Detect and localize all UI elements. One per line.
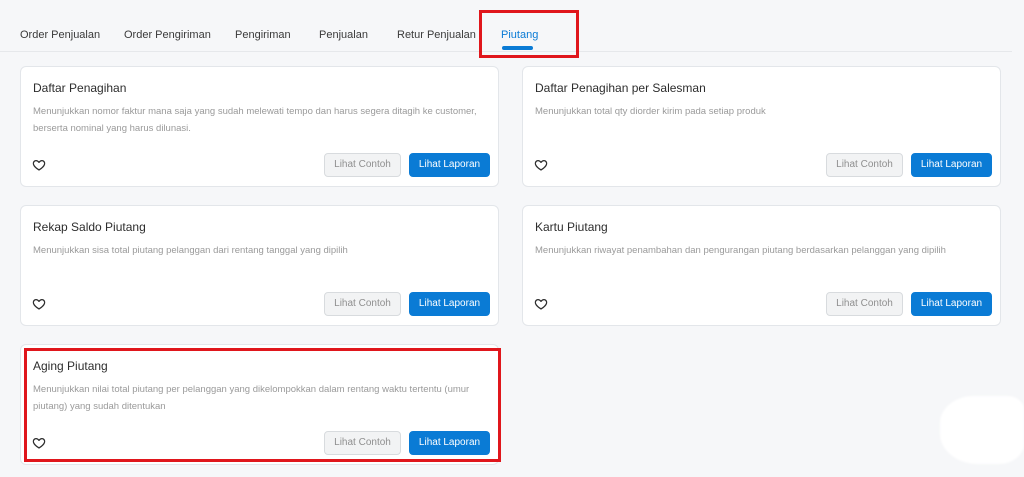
view-sample-button[interactable]: Lihat Contoh xyxy=(324,292,401,316)
tab-retur-penjualan[interactable]: Retur Penjualan xyxy=(397,29,476,41)
view-sample-button[interactable]: Lihat Contoh xyxy=(324,153,401,177)
heart-icon[interactable] xyxy=(32,297,46,311)
card-title: Aging Piutang xyxy=(33,359,108,373)
heart-icon[interactable] xyxy=(534,297,548,311)
report-card-aging-piutang: Aging Piutang Menunjukkan nilai total pi… xyxy=(20,344,499,465)
tab-pengiriman[interactable]: Pengiriman xyxy=(235,29,291,41)
view-report-button[interactable]: Lihat Laporan xyxy=(409,292,490,316)
view-sample-button[interactable]: Lihat Contoh xyxy=(826,153,903,177)
white-blob-artifact xyxy=(940,396,1024,464)
report-tabs: Order Penjualan Order Pengiriman Pengiri… xyxy=(0,0,1012,52)
view-report-button[interactable]: Lihat Laporan xyxy=(409,153,490,177)
heart-icon[interactable] xyxy=(32,436,46,450)
view-report-button[interactable]: Lihat Laporan xyxy=(911,292,992,316)
report-card-rekap-saldo-piutang: Rekap Saldo Piutang Menunjukkan sisa tot… xyxy=(20,205,499,326)
card-title: Rekap Saldo Piutang xyxy=(33,220,146,234)
active-tab-indicator xyxy=(502,46,533,50)
report-card-penagihan-salesman: Daftar Penagihan per Salesman Menunjukka… xyxy=(522,66,1001,187)
card-title: Daftar Penagihan xyxy=(33,81,127,95)
report-card-daftar-penagihan: Daftar Penagihan Menunjukkan nomor faktu… xyxy=(20,66,499,187)
card-description: Menunjukkan nomor faktur mana saja yang … xyxy=(33,106,477,134)
heart-icon[interactable] xyxy=(32,158,46,172)
card-description: Menunjukkan sisa total piutang pelanggan… xyxy=(33,245,348,256)
view-report-button[interactable]: Lihat Laporan xyxy=(409,431,490,455)
tab-order-pengiriman[interactable]: Order Pengiriman xyxy=(124,29,211,41)
tab-order-penjualan[interactable]: Order Penjualan xyxy=(20,29,100,41)
card-description: Menunjukkan nilai total piutang per pela… xyxy=(33,384,470,412)
card-title: Kartu Piutang xyxy=(535,220,608,234)
card-description: Menunjukkan riwayat penambahan dan pengu… xyxy=(535,245,946,256)
report-card-kartu-piutang: Kartu Piutang Menunjukkan riwayat penamb… xyxy=(522,205,1001,326)
tab-penjualan[interactable]: Penjualan xyxy=(319,29,368,41)
view-sample-button[interactable]: Lihat Contoh xyxy=(324,431,401,455)
card-title: Daftar Penagihan per Salesman xyxy=(535,81,706,95)
view-report-button[interactable]: Lihat Laporan xyxy=(911,153,992,177)
card-description: Menunjukkan total qty diorder kirim pada… xyxy=(535,106,766,117)
tab-piutang[interactable]: Piutang xyxy=(501,29,538,41)
view-sample-button[interactable]: Lihat Contoh xyxy=(826,292,903,316)
heart-icon[interactable] xyxy=(534,158,548,172)
